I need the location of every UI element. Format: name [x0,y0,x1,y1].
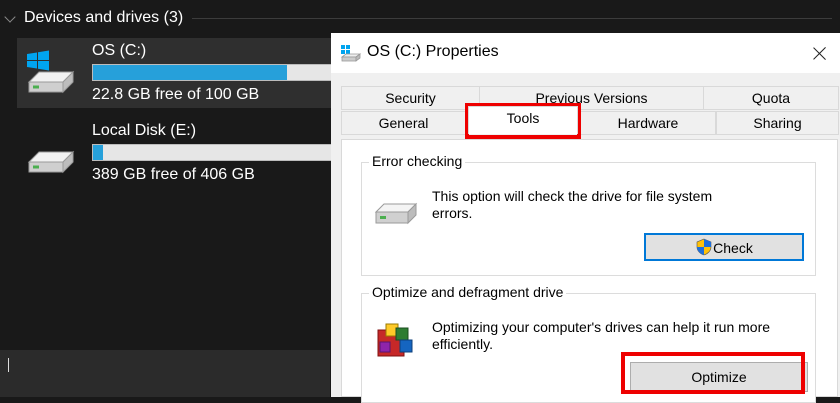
drive-icon [27,150,75,174]
tab-sharing[interactable]: Sharing [716,111,839,135]
check-button-label: Check [713,240,753,256]
tab-general[interactable]: General [341,111,466,135]
drive-icon [374,202,418,225]
drive-small-icon [340,45,362,62]
windows-drive-icon [27,50,75,94]
drive-item-c[interactable]: OS (C:) 22.8 GB free of 100 GB [17,38,337,108]
optimize-group: Optimize and defragment drive Optimizing… [361,284,816,403]
tab-security[interactable]: Security [341,86,480,110]
drive-usage-bar [92,64,337,81]
dialog-titlebar[interactable]: OS (C:) Properties [331,33,840,73]
drive-name: Local Disk (E:) [92,122,197,139]
drive-usage-bar [92,144,337,161]
tab-quota[interactable]: Quota [703,86,839,110]
group-divider [192,18,832,19]
close-icon[interactable] [800,33,840,73]
optimize-title: Optimize and defragment drive [369,284,567,300]
text-caret [8,358,9,372]
error-checking-title: Error checking [369,153,466,169]
drive-usage-fill [93,65,288,80]
error-checking-description: This option will check the drive for fil… [432,188,713,221]
drive-item-e[interactable]: Local Disk (E:) 389 GB free of 406 GB [17,118,337,188]
properties-dialog: OS (C:) Properties Security Previous Ver… [331,33,840,403]
tab-hardware[interactable]: Hardware [580,111,716,135]
check-button[interactable]: Check [644,233,804,261]
drive-name: OS (C:) [92,42,147,59]
optimize-description: Optimizing your computer's drives can he… [432,319,771,352]
defrag-icon [377,323,413,357]
drive-usage-fill [93,145,103,160]
chevron-down-icon[interactable] [4,11,16,23]
optimize-button[interactable]: Optimize [630,362,808,392]
status-bar [0,350,330,397]
drive-free-space: 389 GB free of 406 GB [92,166,255,183]
group-title[interactable]: Devices and drives (3) [24,9,183,27]
dialog-title: OS (C:) Properties [367,43,499,60]
tab-tools[interactable]: Tools [468,106,578,134]
drive-free-space: 22.8 GB free of 100 GB [92,86,260,103]
uac-shield-icon [696,238,712,256]
error-checking-group: Error checking This option will check th… [361,153,816,276]
